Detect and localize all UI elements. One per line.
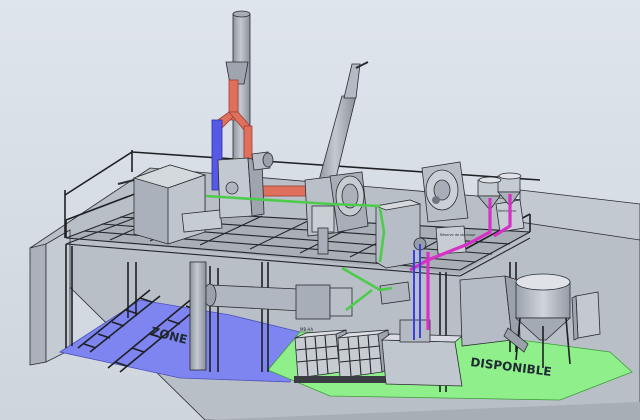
vertical-column (189, 261, 207, 371)
panel-right-tag: Ventilateur (498, 209, 517, 213)
panel-small-tag: Réserve de stockage (440, 233, 475, 237)
fan-housing-right (421, 161, 469, 223)
left-wall (29, 229, 71, 366)
electrical-cabinet (571, 291, 601, 341)
plant-3d-model[interactable]: ZONE 1 DISPONIBLE MB-AA Réserve de stock… (0, 0, 640, 420)
tote-left-tag: MB-AA (300, 327, 313, 332)
cad-viewport[interactable]: ZONE 1 DISPONIBLE MB-AA Réserve de stock… (0, 0, 640, 420)
